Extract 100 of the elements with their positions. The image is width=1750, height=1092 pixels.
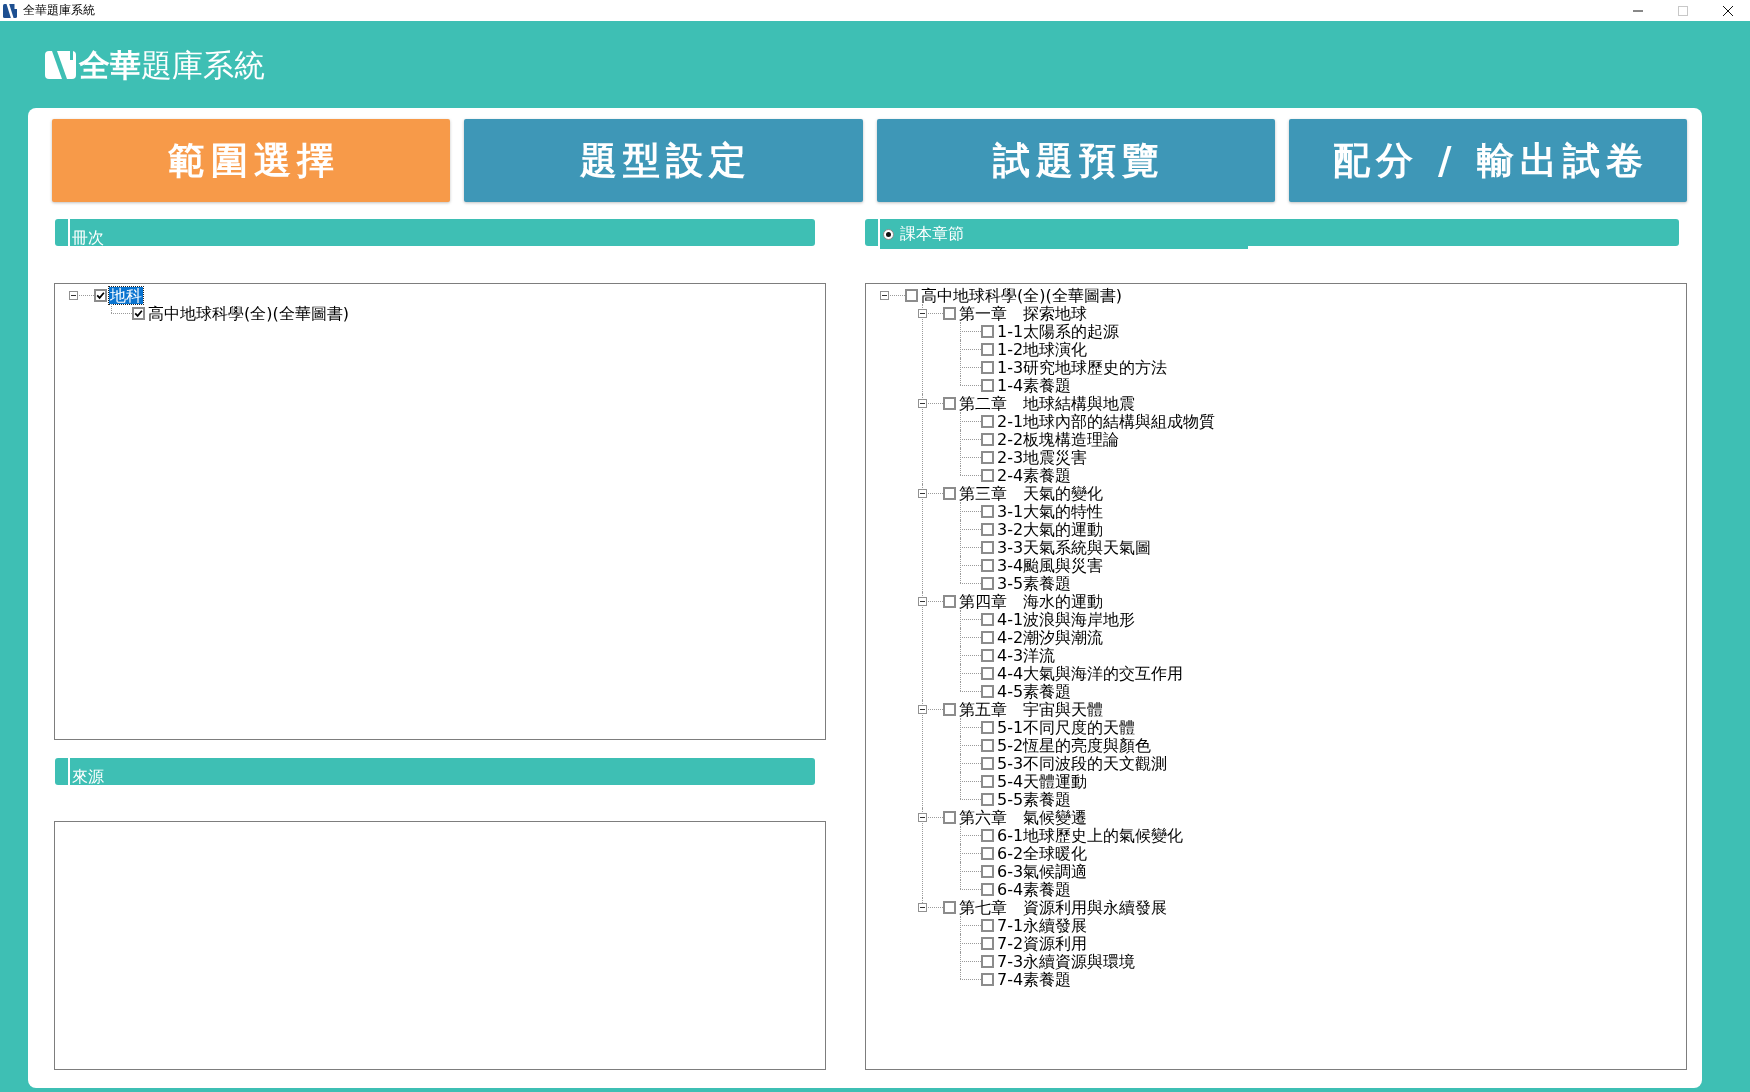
checkbox[interactable] — [943, 810, 956, 824]
checkbox[interactable] — [981, 738, 994, 752]
checkbox[interactable] — [981, 414, 994, 428]
app-title: 全華題庫系統 — [79, 46, 265, 83]
collapse-icon[interactable] — [918, 902, 927, 912]
collapse-icon[interactable] — [918, 812, 927, 822]
tree-item[interactable]: 7-4素養題 — [996, 970, 1073, 988]
checkbox[interactable] — [981, 792, 994, 806]
tree-item[interactable]: 1-4素養題 — [996, 376, 1073, 394]
tree-item[interactable]: 2-2板塊構造理論 — [996, 430, 1121, 448]
checkbox[interactable] — [981, 828, 994, 842]
tree-item[interactable]: 6-1地球歷史上的氣候變化 — [996, 826, 1185, 844]
tree-item[interactable]: 3-2大氣的運動 — [996, 520, 1105, 538]
checkbox[interactable] — [981, 954, 994, 968]
checkbox[interactable] — [981, 360, 994, 374]
tree-item[interactable]: 第四章 海水的運動 — [958, 592, 1104, 610]
tree-item[interactable]: 2-4素養題 — [996, 466, 1073, 484]
tree-item[interactable]: 第二章 地球結構與地震 — [958, 394, 1136, 412]
checkbox[interactable] — [981, 864, 994, 878]
collapse-icon[interactable] — [918, 596, 927, 606]
checkbox[interactable] — [94, 288, 107, 302]
section-header: 來源 — [55, 758, 815, 785]
tree-item[interactable]: 6-2全球暖化 — [996, 844, 1089, 862]
tree-item[interactable]: 5-4天體運動 — [996, 772, 1089, 790]
checkbox[interactable] — [981, 630, 994, 644]
tree-item[interactable]: 2-3地震災害 — [996, 448, 1089, 466]
tree-item[interactable]: 4-2潮汐與潮流 — [996, 628, 1105, 646]
tree-item[interactable]: 7-2資源利用 — [996, 934, 1089, 952]
section-header: 冊次 — [55, 219, 815, 246]
logo-icon — [45, 50, 76, 79]
checkbox[interactable] — [981, 432, 994, 446]
tree-item[interactable]: 6-3氣候調適 — [996, 862, 1089, 880]
tree-item[interactable]: 7-3永續資源與環境 — [996, 952, 1137, 970]
radio-icon[interactable] — [883, 228, 894, 240]
checkbox[interactable] — [981, 684, 994, 698]
tree-item[interactable]: 4-1波浪與海岸地形 — [996, 610, 1137, 628]
collapse-icon[interactable] — [918, 308, 927, 318]
checkbox[interactable] — [981, 450, 994, 464]
checkbox[interactable] — [981, 612, 994, 626]
checkbox[interactable] — [943, 396, 956, 410]
checkbox[interactable] — [981, 846, 994, 860]
tree-item[interactable]: 第七章 資源利用與永續發展 — [958, 898, 1168, 916]
checkbox[interactable] — [943, 486, 956, 500]
collapse-icon[interactable] — [918, 488, 927, 498]
checkbox[interactable] — [981, 882, 994, 896]
checkbox[interactable] — [981, 972, 994, 986]
checkbox[interactable] — [981, 576, 994, 590]
tree-item[interactable]: 高中地球科學(全)(全華圖書) — [147, 304, 350, 322]
collapse-icon[interactable] — [69, 290, 78, 300]
tree-item[interactable]: 1-1太陽系的起源 — [996, 322, 1121, 340]
checkbox[interactable] — [981, 756, 994, 770]
tree-item[interactable]: 5-1不同尺度的天體 — [996, 718, 1137, 736]
checkbox[interactable] — [981, 342, 994, 356]
checkbox[interactable] — [981, 504, 994, 518]
tree-item[interactable]: 第五章 宇宙與天體 — [958, 700, 1104, 718]
checkbox[interactable] — [981, 378, 994, 392]
checkbox[interactable] — [943, 306, 956, 320]
tree-item[interactable]: 5-3不同波段的天文觀測 — [996, 754, 1169, 772]
collapse-icon[interactable] — [880, 290, 889, 300]
tree-item[interactable]: 4-3洋流 — [996, 646, 1057, 664]
checkbox[interactable] — [943, 594, 956, 608]
checkmark-icon — [134, 308, 143, 318]
tree-item[interactable]: 地科 — [109, 286, 143, 304]
tree-item[interactable]: 4-5素養題 — [996, 682, 1073, 700]
checkbox[interactable] — [981, 324, 994, 338]
maximize-icon — [1677, 5, 1688, 16]
collapse-icon[interactable] — [918, 398, 927, 408]
tree-item[interactable]: 第六章 氣候變遷 — [958, 808, 1088, 826]
tree-item[interactable]: 3-3天氣系統與天氣圖 — [996, 538, 1153, 556]
tree-item[interactable]: 5-5素養題 — [996, 790, 1073, 808]
checkbox[interactable] — [981, 774, 994, 788]
tree-item[interactable]: 5-2恆星的亮度與顏色 — [996, 736, 1153, 754]
window-title: 全華題庫系統 — [23, 2, 96, 19]
tree-item[interactable]: 3-1大氣的特性 — [996, 502, 1105, 520]
checkbox[interactable] — [943, 900, 956, 914]
tree-item[interactable]: 1-2地球演化 — [996, 340, 1089, 358]
checkbox[interactable] — [905, 288, 918, 302]
checkbox[interactable] — [981, 468, 994, 482]
checkbox[interactable] — [981, 918, 994, 932]
tree-item[interactable]: 7-1永續發展 — [996, 916, 1089, 934]
checkbox[interactable] — [981, 522, 994, 536]
tree-item[interactable]: 2-1地球內部的結構與組成物質 — [996, 412, 1217, 430]
close-icon — [1722, 5, 1733, 16]
tree-item[interactable]: 3-5素養題 — [996, 574, 1073, 592]
tree-item[interactable]: 第三章 天氣的變化 — [958, 484, 1104, 502]
checkbox[interactable] — [981, 666, 994, 680]
checkbox[interactable] — [943, 702, 956, 716]
checkbox[interactable] — [981, 936, 994, 950]
tree-item[interactable]: 4-4大氣與海洋的交互作用 — [996, 664, 1185, 682]
tree-item[interactable]: 3-4颱風與災害 — [996, 556, 1105, 574]
tree-item[interactable]: 1-3研究地球歷史的方法 — [996, 358, 1169, 376]
tree-item[interactable]: 高中地球科學(全)(全華圖書) — [920, 286, 1123, 304]
checkbox[interactable] — [981, 648, 994, 662]
tree-item[interactable]: 第一章 探索地球 — [958, 304, 1088, 322]
checkbox[interactable] — [132, 306, 145, 320]
tree-item[interactable]: 6-4素養題 — [996, 880, 1073, 898]
checkbox[interactable] — [981, 558, 994, 572]
checkbox[interactable] — [981, 720, 994, 734]
collapse-icon[interactable] — [918, 704, 927, 714]
checkbox[interactable] — [981, 540, 994, 554]
